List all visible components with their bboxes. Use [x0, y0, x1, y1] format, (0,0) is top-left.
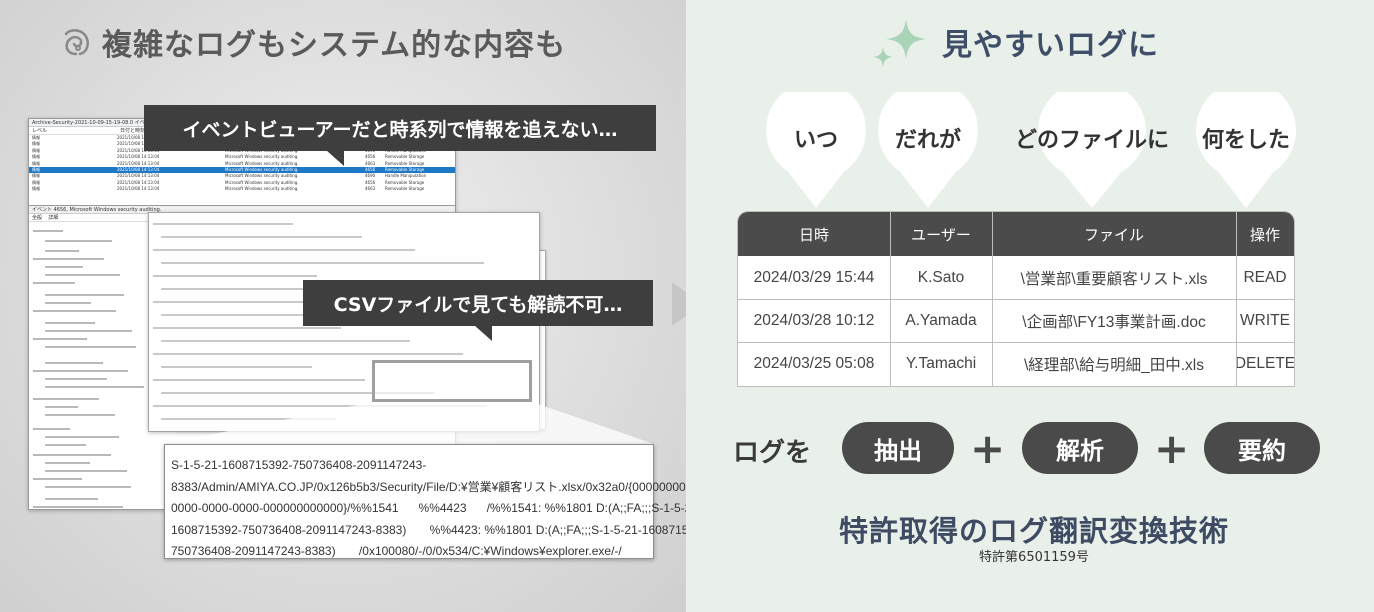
table-cell: 2024/03/28 10:12: [753, 311, 875, 329]
table-cell: WRITE: [1240, 311, 1290, 329]
callout-csv: CSVファイルで見ても解読不可…: [303, 280, 653, 326]
table-cell: Y.Tamachi: [905, 354, 977, 372]
table-header: 操作: [1236, 212, 1294, 256]
table-cell: \経理部\給与明細_田中.xls: [1024, 356, 1204, 374]
tech-title: 特許取得のログ翻訳変換技術: [838, 514, 1229, 548]
table-header: ファイル: [992, 212, 1236, 256]
table-header: ユーザー: [890, 212, 992, 256]
callout-event-viewer: イベントビューアーだと時系列で情報を追えない…: [144, 105, 656, 151]
table-header: 日時: [738, 212, 890, 256]
table-column-divider: [890, 212, 891, 386]
table-row-divider: [738, 342, 1294, 343]
zoom-source-box: [372, 360, 532, 402]
table-cell: 2024/03/25 05:08: [753, 354, 875, 372]
csv-detail-zoom: S-1-5-21-1608715392-750736408-2091147243…: [164, 444, 686, 559]
pin-2: だれが: [874, 92, 982, 208]
csv-line-4: 1608715392-750736408-2091147243-8383) %%…: [171, 522, 686, 537]
table-cell: \営業部\重要顧客リスト.xls: [1020, 270, 1208, 288]
table-cell: 2024/03/29 15:44: [753, 268, 875, 286]
callout-event-viewer-tail: [326, 150, 344, 166]
step-analyze: 解析: [1022, 422, 1138, 474]
pin-label: だれが: [894, 128, 961, 153]
table-column-divider: [1236, 212, 1237, 386]
table-column-divider: [992, 212, 993, 386]
callout-csv-tail: [474, 325, 492, 341]
right-heading: 見やすいログに: [872, 19, 1159, 67]
left-panel: 複雑なログもシステム的な内容も Archive-Security-2021-10…: [0, 0, 686, 612]
pin-label: 何をした: [1201, 128, 1290, 153]
table-row-divider: [738, 299, 1294, 300]
table-cell: DELETE: [1234, 354, 1294, 372]
table-cell: A.Yamada: [905, 311, 977, 329]
table-cell: K.Sato: [917, 268, 965, 286]
csv-line-3: 0000-0000-0000-000000000000}/%%1541 %%44…: [171, 501, 686, 515]
sparkle-icon: [873, 19, 926, 67]
right-heading-text: 見やすいログに: [942, 28, 1159, 63]
table-cell: READ: [1243, 268, 1287, 286]
csv-line-5: 750736408-2091147243-8383) /0x100080/-/0…: [171, 544, 622, 558]
step-extract: 抽出: [842, 422, 954, 474]
csv-line-2: 8383/Admin/AMIYA.CO.JP/0x126b5b3/Securit…: [171, 479, 686, 494]
table-cell: \企画部\FY13事業計画.doc: [1022, 313, 1206, 331]
pin-1: いつ: [762, 92, 870, 208]
plus-icon: +: [970, 424, 1006, 473]
pin-label: どのファイルに: [1014, 128, 1169, 153]
plus-icon: +: [1154, 424, 1190, 473]
pin-4: 何をした: [1192, 92, 1300, 208]
pin-label: いつ: [793, 128, 838, 153]
log-table: 日時 ユーザー ファイル 操作 2024/03/29 15:44 K.Sato \営業部\重…: [738, 212, 1294, 386]
patent-number: 特許第6501159号: [979, 550, 1089, 565]
pin-3: どのファイルに: [1010, 92, 1174, 208]
step-summarize: 要約: [1204, 422, 1320, 474]
formula-label: ログを: [733, 438, 812, 468]
csv-line-1: S-1-5-21-1608715392-750736408-2091147243…: [171, 458, 427, 472]
